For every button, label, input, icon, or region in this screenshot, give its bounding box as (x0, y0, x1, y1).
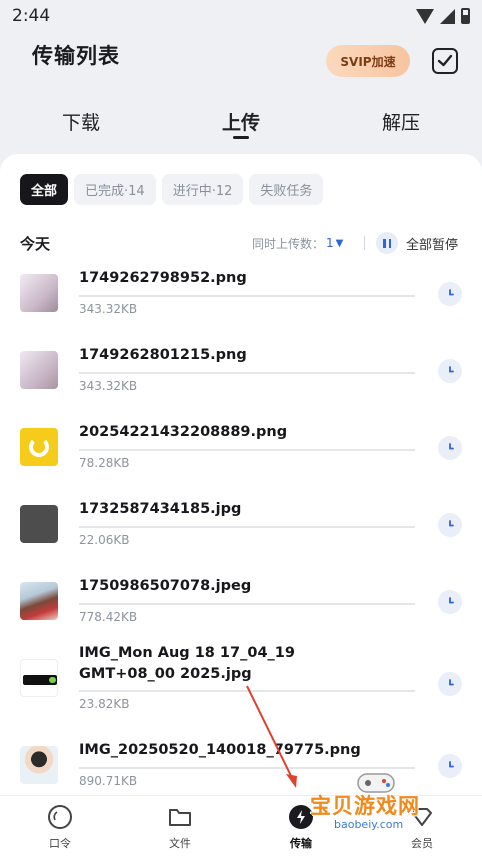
file-size: 778.42KB (79, 610, 138, 624)
folder-icon (167, 804, 193, 830)
status-time: 2:44 (12, 6, 51, 26)
waiting-clock-icon[interactable] (438, 436, 462, 460)
progress-bar (79, 603, 415, 605)
file-name: 20254221432208889.png (79, 424, 288, 440)
bolt-icon (288, 804, 314, 830)
nav-label: 文件 (169, 837, 191, 850)
transfer-tabs: 下载 上传 解压 (0, 96, 482, 146)
file-thumbnail (20, 274, 58, 312)
filter-all[interactable]: 全部 (20, 174, 69, 205)
concurrent-label: 同时上传数： (252, 236, 325, 251)
file-thumbnail (20, 428, 58, 466)
progress-bar (79, 690, 415, 692)
file-thumbnail (20, 659, 58, 697)
waiting-clock-icon[interactable] (438, 359, 462, 383)
filter-completed[interactable]: 已完成·14 (74, 174, 156, 205)
file-size: 890.71KB (79, 774, 138, 788)
file-name: IMG_20250520_140018_79775.png (79, 742, 361, 758)
circle-icon (47, 804, 73, 830)
pause-icon (376, 232, 398, 254)
file-size: 343.32KB (79, 302, 138, 316)
tab-active-indicator (233, 136, 249, 139)
file-size: 343.32KB (79, 379, 138, 393)
file-size: 23.82KB (79, 697, 130, 711)
status-bar: 2:44 (0, 0, 482, 32)
tab-upload[interactable]: 上传 (222, 108, 260, 135)
header: 传输列表 SVIP加速 (0, 32, 482, 92)
checkbox-icon (437, 54, 453, 67)
file-name: 1749262798952.png (79, 270, 247, 286)
pause-all-button[interactable]: 全部暂停 (376, 232, 458, 254)
nav-label: 口令 (49, 837, 71, 850)
file-size: 22.06KB (79, 533, 130, 547)
wifi-icon (416, 8, 434, 24)
concurrent-upload-selector[interactable]: 同时上传数： 1 ▼ (252, 235, 343, 252)
tab-extract[interactable]: 解压 (382, 108, 420, 135)
waiting-clock-icon[interactable] (438, 513, 462, 537)
app-logo-icon (29, 437, 49, 457)
member-icon (409, 804, 435, 830)
filter-chips: 全部 已完成·14 进行中·12 失败任务 (20, 174, 324, 205)
nav-item-passcode[interactable]: 口令 (30, 804, 90, 851)
section-header: 今天 同时上传数： 1 ▼ 全部暂停 (20, 232, 462, 254)
file-thumbnail (20, 582, 58, 620)
upload-panel: 全部 已完成·14 进行中·12 失败任务 今天 同时上传数： 1 ▼ 全部暂停… (0, 154, 482, 857)
waiting-clock-icon[interactable] (438, 590, 462, 614)
file-name: 1732587434185.jpg (79, 501, 242, 517)
file-name: 1750986507078.jpeg (79, 578, 252, 594)
pause-all-label: 全部暂停 (406, 237, 459, 253)
progress-bar (79, 372, 415, 374)
waiting-clock-icon[interactable] (438, 672, 462, 696)
filter-in-progress[interactable]: 进行中·12 (161, 174, 244, 205)
bottom-nav: 口令 文件 传输 会员 (0, 795, 482, 857)
tab-download[interactable]: 下载 (62, 108, 100, 135)
status-icons (416, 8, 470, 24)
toggle-preview (49, 677, 56, 683)
progress-bar (79, 449, 415, 451)
file-name: 1749262801215.png (79, 347, 247, 363)
file-size: 78.28KB (79, 456, 130, 470)
chevron-down-icon: ▼ (335, 237, 344, 249)
nav-item-files[interactable]: 文件 (150, 804, 210, 851)
filter-failed[interactable]: 失败任务 (249, 174, 324, 205)
divider (364, 236, 365, 250)
page-title: 传输列表 (32, 44, 120, 68)
waiting-clock-icon[interactable] (438, 282, 462, 306)
multi-select-button[interactable] (432, 48, 458, 74)
file-name: IMG_Mon Aug 18 17_04_19 GMT+08_00 2025.j… (79, 645, 295, 682)
progress-bar (79, 526, 415, 528)
signal-icon (440, 8, 455, 24)
concurrent-value: 1 (326, 236, 334, 250)
nav-label: 传输 (290, 837, 312, 850)
nav-item-member[interactable]: 会员 (392, 804, 452, 851)
nav-item-transfer[interactable]: 传输 (271, 804, 331, 851)
section-title: 今天 (20, 234, 51, 253)
waiting-clock-icon[interactable] (438, 754, 462, 778)
battery-icon (461, 8, 470, 24)
svip-boost-button[interactable]: SVIP加速 (326, 45, 410, 77)
progress-bar (79, 295, 415, 297)
progress-bar (79, 767, 415, 769)
file-thumbnail (20, 746, 58, 784)
file-thumbnail (20, 351, 58, 389)
file-thumbnail (20, 505, 58, 543)
nav-label: 会员 (411, 837, 433, 850)
